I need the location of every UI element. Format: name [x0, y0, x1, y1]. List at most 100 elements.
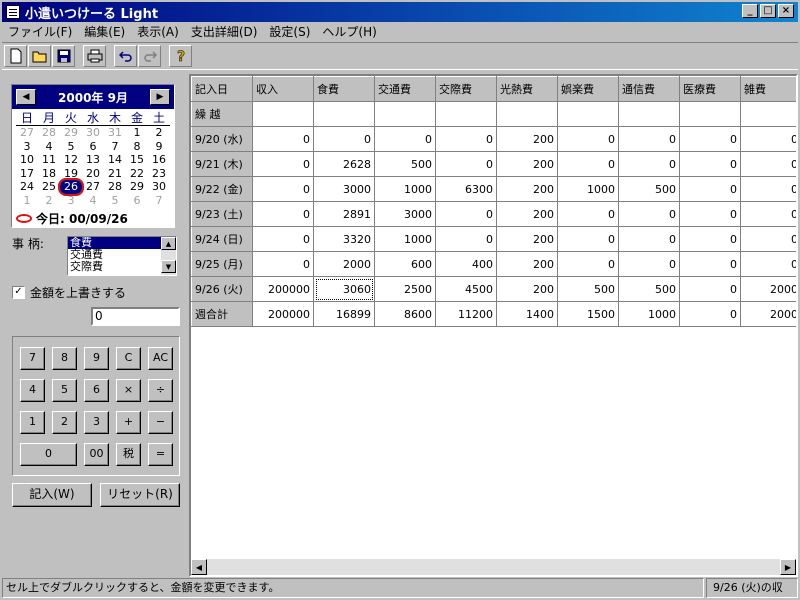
table-cell[interactable]: 2500 [374, 276, 436, 302]
table-cell[interactable]: 200 [496, 126, 558, 152]
scroll-up-icon[interactable]: ▲ [161, 237, 176, 250]
item-listbox[interactable]: 食費 交通費 交際費 ▲ ▼ [67, 236, 177, 276]
table-cell[interactable] [435, 101, 497, 127]
table-cell[interactable]: 0 [618, 201, 680, 227]
key-5[interactable]: 5 [52, 379, 77, 402]
calendar-day[interactable]: 19 [60, 167, 82, 181]
redo-icon[interactable] [138, 45, 161, 67]
table-cell[interactable]: 0 [618, 151, 680, 177]
table-cell[interactable] [496, 101, 558, 127]
table-cell[interactable]: 3000 [313, 176, 375, 202]
calendar-day[interactable]: 16 [148, 153, 170, 167]
key-3[interactable]: 3 [84, 411, 109, 434]
calendar-day[interactable]: 12 [60, 153, 82, 167]
table-cell[interactable]: 3320 [313, 226, 375, 252]
table-cell[interactable]: 1000 [374, 176, 436, 202]
calendar-day[interactable]: 25 [38, 180, 60, 194]
table-cell[interactable] [557, 101, 619, 127]
table-cell[interactable]: 0 [740, 151, 796, 177]
calendar-day[interactable]: 1 [126, 126, 148, 140]
table-cell[interactable]: 200 [496, 251, 558, 277]
table-cell[interactable]: 200 [496, 176, 558, 202]
table-cell[interactable] [313, 101, 375, 127]
column-header[interactable]: 光熱費 [496, 76, 558, 102]
amount-input[interactable]: 0 [91, 307, 180, 326]
table-cell[interactable]: 0 [679, 126, 741, 152]
maximize-button[interactable]: □ [760, 4, 776, 18]
table-cell[interactable]: 500 [374, 151, 436, 177]
table-cell[interactable]: 200 [496, 276, 558, 302]
table-cell[interactable]: 0 [679, 276, 741, 302]
table-cell[interactable]: 2000 [740, 276, 796, 302]
calendar-day[interactable]: 9 [148, 140, 170, 154]
menu-edit[interactable]: 編集(E) [78, 23, 131, 40]
table-cell[interactable]: 0 [679, 151, 741, 177]
new-file-icon[interactable] [4, 45, 27, 67]
table-cell[interactable]: 0 [313, 126, 375, 152]
key-plus[interactable]: + [116, 411, 141, 434]
save-icon[interactable] [52, 45, 75, 67]
table-cell[interactable] [740, 101, 796, 127]
table-cell[interactable]: 0 [252, 251, 314, 277]
table-cell[interactable]: 0 [435, 226, 497, 252]
table-cell[interactable]: 0 [557, 251, 619, 277]
calendar-day[interactable]: 24 [16, 180, 38, 194]
next-month-button[interactable]: ▶ [150, 89, 170, 105]
calendar-day[interactable]: 13 [82, 153, 104, 167]
calendar-day[interactable]: 5 [104, 194, 126, 208]
help-icon[interactable]: ? [169, 45, 192, 67]
table-cell[interactable]: 0 [435, 126, 497, 152]
menu-detail[interactable]: 支出詳細(D) [185, 23, 264, 40]
table-cell[interactable]: 0 [740, 126, 796, 152]
calendar-day[interactable]: 28 [104, 180, 126, 194]
table-cell[interactable]: 2000 [313, 251, 375, 277]
table-cell[interactable]: 0 [740, 176, 796, 202]
prev-month-button[interactable]: ◀ [16, 89, 36, 105]
table-cell[interactable] [679, 101, 741, 127]
reset-button[interactable]: リセット(R) [100, 483, 180, 507]
menu-view[interactable]: 表示(A) [131, 23, 185, 40]
key-6[interactable]: 6 [84, 379, 109, 402]
column-header[interactable]: 記入日 [191, 76, 253, 102]
calendar-day[interactable]: 22 [126, 167, 148, 181]
table-cell[interactable]: 0 [740, 251, 796, 277]
table-cell[interactable]: 200000 [252, 276, 314, 302]
key-clear[interactable]: C [116, 347, 141, 370]
table-cell[interactable]: 0 [679, 251, 741, 277]
table-cell[interactable]: 500 [618, 176, 680, 202]
list-item[interactable]: 交際費 [68, 261, 162, 273]
calendar-day[interactable]: 17 [16, 167, 38, 181]
key-8[interactable]: 8 [52, 347, 77, 370]
table-cell[interactable]: 0 [740, 226, 796, 252]
calendar-day[interactable]: 6 [82, 140, 104, 154]
calendar-day[interactable]: 28 [38, 126, 60, 140]
key-1[interactable]: 1 [20, 411, 45, 434]
column-header[interactable]: 娯楽費 [557, 76, 619, 102]
table-cell[interactable]: 200 [496, 226, 558, 252]
table-cell[interactable]: 6300 [435, 176, 497, 202]
calendar-day[interactable]: 29 [126, 180, 148, 194]
calendar-day[interactable]: 8 [126, 140, 148, 154]
minimize-button[interactable]: _ [742, 4, 758, 18]
calendar-day[interactable]: 15 [126, 153, 148, 167]
menu-file[interactable]: ファイル(F) [2, 23, 78, 40]
table-cell[interactable]: 0 [252, 226, 314, 252]
menu-settings[interactable]: 設定(S) [263, 23, 316, 40]
calendar-day[interactable]: 7 [104, 140, 126, 154]
table-cell[interactable]: 1000 [557, 176, 619, 202]
key-4[interactable]: 4 [20, 379, 45, 402]
key-9[interactable]: 9 [84, 347, 109, 370]
table-cell[interactable] [374, 101, 436, 127]
table-cell[interactable]: 0 [557, 126, 619, 152]
column-header[interactable]: 通信費 [618, 76, 680, 102]
table-cell[interactable]: 500 [618, 276, 680, 302]
key-equals[interactable]: = [148, 443, 173, 466]
table-cell[interactable]: 0 [618, 226, 680, 252]
calendar-day[interactable]: 30 [82, 126, 104, 140]
table-cell[interactable]: 2891 [313, 201, 375, 227]
table-cell[interactable]: 0 [252, 201, 314, 227]
table-cell[interactable]: 200 [496, 201, 558, 227]
table-cell[interactable]: 0 [252, 126, 314, 152]
calendar-day[interactable]: 1 [16, 194, 38, 208]
table-cell[interactable]: 0 [679, 226, 741, 252]
